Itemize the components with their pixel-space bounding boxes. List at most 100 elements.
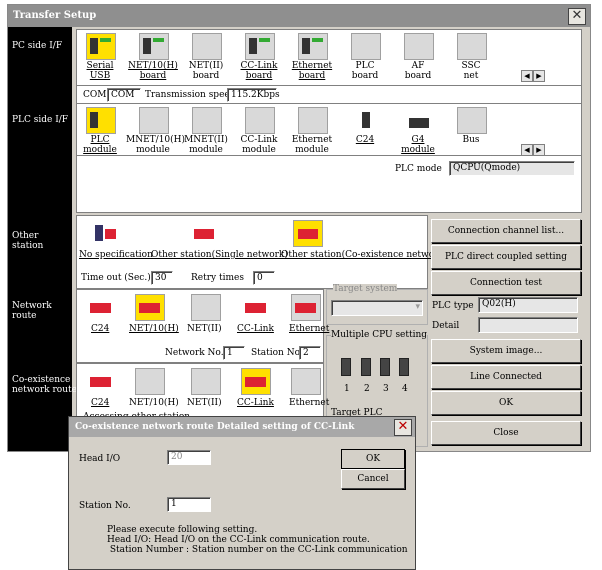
- transfer-setup-window: Transfer Setup ✕ PC side I/F PLC side I/…: [7, 4, 591, 452]
- coex-cclink[interactable]: CC-Link: [237, 398, 274, 408]
- cpu-4-label: 4: [402, 384, 408, 394]
- ethernet-route-icon[interactable]: [291, 294, 321, 321]
- detail-label: Detail: [432, 321, 460, 331]
- plc-module-icon[interactable]: [86, 107, 116, 134]
- ethernet-module-icon[interactable]: [298, 107, 328, 134]
- net10-board-icon[interactable]: [139, 33, 169, 60]
- speed-label: Transmission speed: [145, 90, 236, 100]
- cpu-1-icon[interactable]: [341, 358, 351, 376]
- scroll-left-icon[interactable]: ◀: [521, 70, 533, 82]
- ethernet-board-icon[interactable]: [298, 33, 328, 60]
- timeout-field[interactable]: 30: [151, 271, 173, 285]
- connection-test-button[interactable]: Connection test: [431, 271, 581, 295]
- dialog-note-3: Station Number : Station number on the C…: [107, 545, 408, 555]
- route-ethernet[interactable]: Ethernet: [289, 324, 329, 334]
- serial-usb-icon[interactable]: [86, 33, 116, 60]
- dialog-cancel-button[interactable]: Cancel: [341, 469, 405, 489]
- cpu-3-label: 3: [383, 384, 389, 394]
- c24-coex-icon[interactable]: [86, 368, 116, 395]
- dialog-ok-button[interactable]: OK: [341, 449, 405, 469]
- pc-item-net2-board[interactable]: NET(II) board: [179, 61, 233, 81]
- dialog-station-no-field[interactable]: 1: [167, 497, 211, 512]
- com-port-field[interactable]: COM 4: [107, 88, 141, 113]
- c24-module-icon[interactable]: [351, 107, 381, 134]
- other-single-network[interactable]: Other station(Single network): [151, 250, 288, 260]
- plc-item-mnet2-module[interactable]: MNET(II) module: [179, 135, 233, 155]
- net10-coex-icon[interactable]: [135, 368, 165, 395]
- plc-item-ethernet-module[interactable]: Ethernet module: [285, 135, 339, 155]
- line-connected-button[interactable]: Line Connected (Q/A6TEL,C24)...: [431, 365, 581, 404]
- target-system-select[interactable]: ▾: [331, 300, 423, 316]
- pc-side-section: Serial USB NET/10(H) board NET(II) board…: [76, 29, 582, 87]
- single-network-icon[interactable]: [189, 220, 219, 247]
- net2-board-icon[interactable]: [192, 33, 222, 60]
- target-system-label: Target system: [333, 284, 398, 294]
- scroll-right-icon[interactable]: ▶: [533, 70, 545, 82]
- coex-c24[interactable]: C24: [91, 398, 109, 408]
- cclink-coex-icon[interactable]: [241, 368, 271, 395]
- pc-item-af-board[interactable]: AF board: [391, 61, 445, 81]
- pc-item-ssc-net[interactable]: SSC net: [444, 61, 498, 81]
- plc-side-label: PLC side I/F: [12, 115, 69, 125]
- plc-mode-label: PLC mode: [395, 164, 442, 174]
- pc-item-ethernet-board[interactable]: Ethernet board: [285, 61, 339, 81]
- pc-item-net10-board[interactable]: NET/10(H) board: [126, 61, 180, 81]
- coexistence-label: Co-existence network route: [12, 375, 77, 395]
- mnet10-module-icon[interactable]: [139, 107, 169, 134]
- ok-button[interactable]: OK: [431, 391, 581, 415]
- speed-field[interactable]: 115.2Kbps: [227, 88, 280, 102]
- multiple-cpu-label: Multiple CPU setting: [331, 330, 428, 340]
- cclink-route-icon[interactable]: [241, 294, 271, 321]
- plc-item-g4-module[interactable]: G4 module: [391, 135, 445, 155]
- close-icon[interactable]: ✕: [394, 419, 412, 436]
- system-image-button[interactable]: System image...: [431, 339, 581, 363]
- mnet2-module-icon[interactable]: [192, 107, 222, 134]
- coex-ethernet[interactable]: Ethernet: [289, 398, 329, 408]
- pc-item-serial-usb[interactable]: Serial USB: [73, 61, 127, 81]
- other-no-specification[interactable]: No specification: [79, 250, 153, 260]
- ethernet-coex-icon[interactable]: [291, 368, 321, 395]
- network-no-field[interactable]: 1: [223, 346, 245, 360]
- g4-module-icon[interactable]: [404, 107, 434, 134]
- cpu-4-icon[interactable]: [399, 358, 409, 376]
- ssc-net-icon[interactable]: [457, 33, 487, 60]
- coex-net10[interactable]: NET/10(H): [129, 398, 179, 408]
- retry-field[interactable]: 0: [253, 271, 275, 285]
- c24-route-icon[interactable]: [86, 294, 116, 321]
- coexistence-network-icon[interactable]: [293, 220, 323, 247]
- net2-route-icon[interactable]: [191, 294, 221, 321]
- plc-direct-coupled-button[interactable]: PLC direct coupled setting: [431, 245, 581, 269]
- plc-item-cclink-module[interactable]: CC-Link module: [232, 135, 286, 155]
- head-io-field[interactable]: 20: [167, 450, 211, 465]
- retry-label: Retry times: [191, 273, 244, 283]
- window-titlebar: Transfer Setup ✕: [8, 5, 590, 27]
- net10-route-icon[interactable]: [135, 294, 165, 321]
- net2-coex-icon[interactable]: [191, 368, 221, 395]
- close-button[interactable]: Close: [431, 421, 581, 445]
- bus-icon[interactable]: [457, 107, 487, 134]
- cpu-3-icon[interactable]: [380, 358, 390, 376]
- af-board-icon[interactable]: [404, 33, 434, 60]
- station-no-field[interactable]: 2: [299, 346, 321, 360]
- route-net10[interactable]: NET/10(H): [129, 324, 179, 334]
- close-icon[interactable]: ✕: [568, 8, 586, 25]
- plc-item-bus[interactable]: Bus: [444, 135, 498, 145]
- plc-item-c24[interactable]: C24: [338, 135, 392, 145]
- plc-side-section: PLC module MNET/10(H) module MNET(II) mo…: [76, 103, 582, 157]
- route-c24[interactable]: C24: [91, 324, 109, 334]
- plc-item-mnet10-module[interactable]: MNET/10(H) module: [126, 135, 185, 155]
- route-cclink[interactable]: CC-Link: [237, 324, 274, 334]
- route-net2[interactable]: NET(II): [187, 324, 222, 334]
- pc-item-cclink-board[interactable]: CC-Link board: [232, 61, 286, 81]
- other-coexistence-network[interactable]: Other station(Co-existence network): [281, 250, 447, 260]
- connection-channel-list-button[interactable]: Connection channel list...: [431, 219, 581, 243]
- pc-item-plc-board[interactable]: PLC board: [338, 61, 392, 81]
- plc-board-icon[interactable]: [351, 33, 381, 60]
- coex-net2[interactable]: NET(II): [187, 398, 222, 408]
- cpu-2-icon[interactable]: [361, 358, 371, 376]
- cclink-module-icon[interactable]: [245, 107, 275, 134]
- network-route-label: Network route: [12, 301, 52, 321]
- cclink-board-icon[interactable]: [245, 33, 275, 60]
- plc-item-plc-module[interactable]: PLC module: [73, 135, 127, 155]
- no-specification-icon[interactable]: [91, 220, 121, 247]
